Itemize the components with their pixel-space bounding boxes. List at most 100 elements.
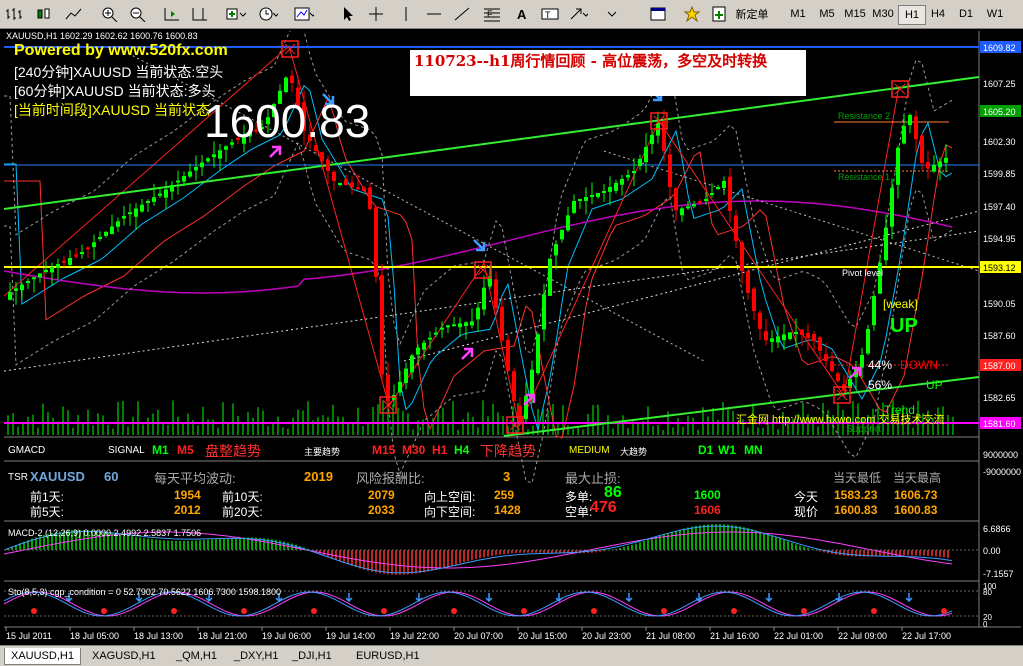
candle-body [320,152,324,161]
sto-buy-dot [241,608,247,614]
candle-body [116,221,120,227]
tsr-rr-label: 风险报酬比: [356,471,425,486]
crosshair-icon[interactable] [366,3,386,24]
sto-buy-dot [871,608,877,614]
pct-down: 44% [868,358,893,372]
candle-body [620,179,624,185]
timeframe-m15[interactable]: M15 [842,5,868,23]
candle-body [164,189,168,198]
new-order-button[interactable]: 新定单 [732,3,772,24]
toolbar: F A T 新定单 M1 M5 M15 M30 H1 H4 D1 W1 [0,0,1023,29]
timeframe-m1[interactable]: M1 [785,5,811,23]
sto-buy-dot [171,608,177,614]
tsr-long-price: 1600 [694,488,721,502]
candle-body [356,187,360,190]
candle-body [110,226,114,235]
candle-body [722,181,726,188]
text-icon[interactable]: A [512,3,532,24]
price-chart[interactable]: 1609.82 1607.25 1605.20 1602.30 1599.85 1597.… [3,11,1021,644]
line-chart-icon[interactable] [64,3,84,24]
window-icon[interactable] [648,3,668,24]
indicators-icon[interactable] [226,3,246,24]
chart-shift-icon[interactable] [190,3,210,24]
sto-sell-arrow [625,593,633,603]
cursor-icon[interactable] [338,3,358,24]
horizontal-line-icon[interactable] [424,3,444,24]
candle-body [608,187,612,192]
candle-body [482,287,486,310]
candle-body [104,231,108,236]
candle-body [446,325,450,328]
timeframe-m30[interactable]: M30 [870,5,896,23]
timeframe-m5[interactable]: M5 [814,5,840,23]
tsr-short-label: 空单: [565,505,593,519]
candle-body [602,191,606,193]
timeframe-w1[interactable]: W1 [982,5,1008,23]
price-tick-label: 1597.40 [983,202,1016,212]
price-marker-label: 1581.60 [983,419,1016,429]
candle-body [596,193,600,198]
gmacd-medium: MEDIUM [569,445,610,456]
zoom-in-icon[interactable] [100,3,120,24]
text-label-icon[interactable]: T [540,3,560,24]
symbol-tab[interactable]: XAUUSD,H1 [4,648,81,665]
trendline-icon[interactable] [452,3,472,24]
new-order-icon[interactable] [710,3,730,24]
candle-body [20,284,24,291]
candle-body [686,206,690,209]
candle-body [872,296,876,326]
tsr-today-high: 1606.73 [894,488,938,502]
tsr-downspace: 1428 [494,503,521,517]
tsr-prev20-label: 前20天: [222,505,263,519]
templates-icon[interactable] [294,3,314,24]
symbol-tab[interactable]: _DJI,H1 [286,648,338,664]
vertical-line-icon[interactable] [396,3,416,24]
candle-body [944,157,948,163]
auto-scroll-icon[interactable] [162,3,182,24]
sto-buy-dot [311,608,317,614]
dropdown-icon[interactable] [602,3,622,24]
periods-icon[interactable] [258,3,278,24]
sto-sell-arrow [485,593,493,603]
timeframe-h4[interactable]: H4 [925,5,951,23]
candle-body [746,271,750,293]
symbol-tab[interactable]: EURUSD,H1 [350,648,426,664]
candle-body [626,175,630,178]
symbol-tab[interactable]: _DXY,H1 [228,648,284,664]
status-60: [60分钟]XAUUSD 当前状态:多头 [14,83,216,99]
symbol-tab[interactable]: XAGUSD,H1 [86,648,162,664]
gmacd-trend2: 下降趋势 [480,443,536,459]
sto-buy-dot [591,608,597,614]
candlestick-icon[interactable] [34,3,54,24]
timeframe-h1[interactable]: H1 [898,5,926,25]
price-tick-label: 1590.05 [983,299,1016,309]
tsr-period: 60 [104,469,119,484]
symbol-tab[interactable]: _QM,H1 [170,648,223,664]
gmacd-h1: H1 [432,443,448,457]
candle-body [470,321,474,326]
favorites-icon[interactable] [682,3,702,24]
powered-by: Powered by www.520fx.com [14,42,228,59]
arrows-icon[interactable] [568,3,588,24]
sto-sell-arrow [765,593,773,603]
candle-body [128,212,132,215]
bar-chart-icon[interactable] [4,3,24,24]
candle-body [644,147,648,163]
candle-body [416,347,420,355]
candle-body [650,135,654,145]
candle-body [476,307,480,320]
tsr-prev5: 2012 [174,503,201,517]
up-label: UP [890,315,918,337]
svg-text:A: A [517,7,527,22]
macd-axis-label: 6.6866 [983,524,1011,534]
timeframe-d1[interactable]: D1 [953,5,979,23]
tsr-avg-value: 2019 [304,469,333,484]
candle-body [788,332,792,340]
time-tick-label: 22 Jul 09:00 [838,631,887,641]
time-tick-label: 19 Jul 22:00 [390,631,439,641]
candle-body [452,324,456,327]
macd-axis-label: -7.1557 [983,569,1014,579]
zoom-out-icon[interactable] [128,3,148,24]
candle-body [632,171,636,174]
fibonacci-icon[interactable]: F [482,3,502,24]
